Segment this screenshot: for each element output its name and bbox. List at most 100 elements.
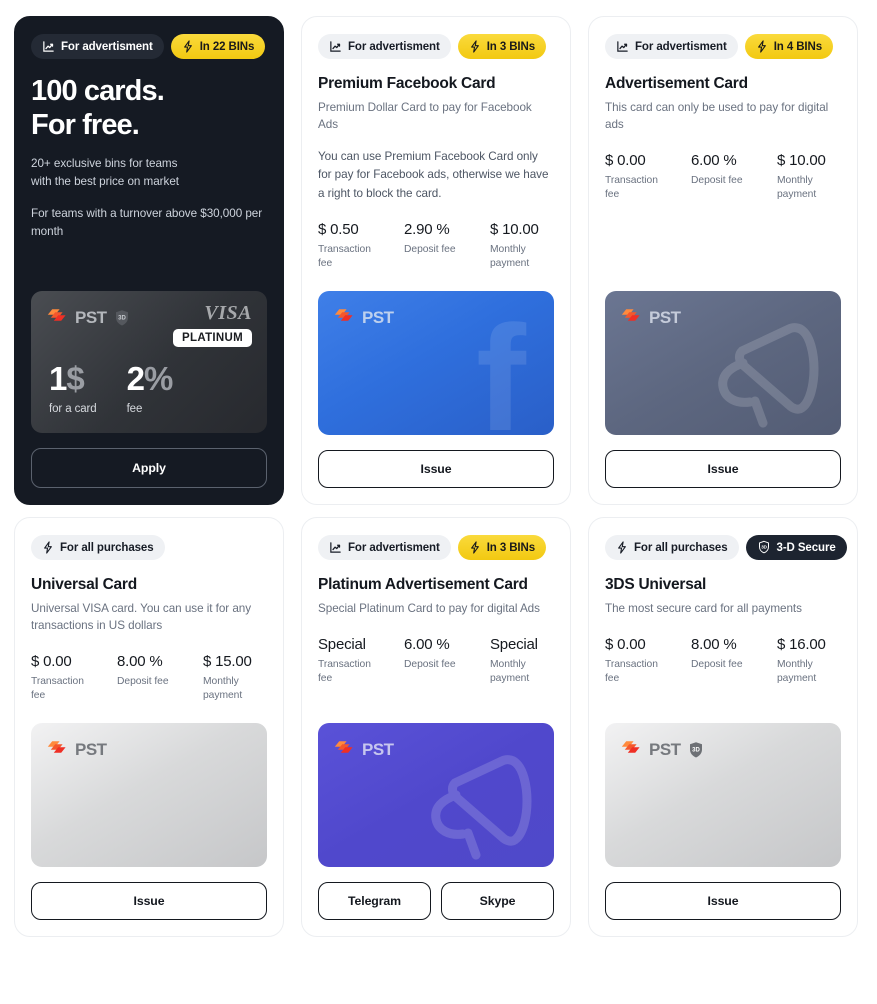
fee-row: $ 0.00 Transaction fee 6.00 % Deposit fe… (605, 152, 841, 202)
fee-row: Special Transaction fee 6.00 % Deposit f… (318, 636, 554, 686)
badge-bins-count[interactable]: In 3 BINs (457, 34, 547, 59)
pst-wordmark: PST (649, 739, 681, 759)
fee-monthly: $ 10.00 Monthly payment (490, 221, 558, 271)
badge-label: For all purchases (60, 541, 154, 554)
fee-value: $ 16.00 (777, 636, 826, 654)
chart-line-icon (616, 40, 629, 53)
badge-bins-count[interactable]: In 3 BINs (457, 535, 547, 561)
card-subtitle: Special Platinum Card to pay for digital… (318, 602, 540, 616)
shield-3d-icon: 3D (757, 540, 771, 555)
plastic-stat-fee: 2% fee (126, 362, 174, 416)
pst-wordmark: PST (75, 739, 107, 759)
badge-for-advertisment[interactable]: For advertisment (31, 34, 164, 59)
badge-label: For advertisment (61, 40, 153, 53)
badge-row: For advertisment In 3 BINs (318, 535, 554, 561)
pst-logo-icon (334, 739, 355, 761)
fee-label: Deposit fee (404, 659, 456, 671)
pst-logo-icon (334, 307, 355, 329)
badge-row: For advertisment In 22 BINs (31, 34, 267, 59)
card-title: Platinum Advertisement Card (318, 576, 528, 594)
badge-3d-secure[interactable]: 3D 3-D Secure (745, 535, 847, 561)
card-actions: Issue (31, 881, 267, 920)
chart-line-icon (329, 541, 342, 554)
skype-button[interactable]: Skype (441, 881, 554, 920)
plastic-brand-row: PST 3D (47, 307, 131, 329)
fee-deposit: 6.00 % Deposit fee (691, 152, 777, 202)
chart-line-icon (42, 40, 55, 53)
card-title: Advertisement Card (605, 75, 748, 92)
badge-for-advertisment[interactable]: For advertisment (318, 535, 451, 561)
issue-button[interactable]: Issue (318, 450, 554, 489)
fee-value: $ 15.00 (203, 653, 252, 671)
plastic-card-art-wrap: PST (318, 703, 554, 867)
plastic-stat-label: fee (126, 403, 143, 416)
fee-transaction: $ 0.00 Transaction fee (31, 653, 117, 703)
hero-title-line-1: 100 cards. (31, 75, 165, 107)
telegram-button[interactable]: Telegram (318, 881, 431, 920)
fee-row: $ 0.00 Transaction fee 8.00 % Deposit fe… (31, 653, 267, 703)
badge-row: For all purchases 3D 3-D Secure (605, 535, 847, 561)
card-grid: For advertisment In 22 BINs 100 cards. F… (0, 0, 877, 953)
fee-label: Transaction fee (318, 244, 371, 270)
fee-value: 2.90 % (404, 221, 450, 239)
pst-logo-icon (621, 739, 642, 761)
fee-value: $ 0.00 (605, 151, 646, 169)
product-card-3ds-universal: For all purchases 3D 3-D Secure 3DS Univ… (588, 517, 858, 937)
badge-label: 3-D Secure (776, 541, 836, 554)
issue-button[interactable]: Issue (605, 881, 841, 920)
megaphone-icon (685, 313, 835, 435)
hero-title: 100 cards. For free. (31, 75, 267, 142)
badge-for-advertisment[interactable]: For advertisment (318, 34, 451, 59)
badge-bins-count[interactable]: In 22 BINs (170, 34, 266, 59)
badge-bins-count[interactable]: In 4 BINs (744, 34, 834, 59)
card-title: Premium Facebook Card (318, 75, 496, 92)
badge-for-advertisment[interactable]: For advertisment (605, 34, 738, 59)
plastic-stat-card-price: 1$ for a card (49, 362, 97, 415)
fee-value: $ 0.50 (318, 221, 359, 239)
plastic-card-platinum-ads: PST (318, 722, 554, 867)
fee-monthly: $ 10.00 Monthly payment (777, 152, 845, 202)
card-title: Universal Card (31, 576, 137, 594)
shield-3d-icon: 3D (114, 309, 131, 328)
fee-value: 8.00 % (117, 653, 163, 671)
hero-title-line-2: For free. (31, 108, 140, 141)
shield-3d-icon: 3D (688, 740, 705, 759)
badge-for-all-purchases[interactable]: For all purchases (605, 535, 739, 561)
pst-wordmark: PST (75, 308, 107, 328)
issue-button[interactable]: Issue (31, 881, 267, 920)
fee-label: Monthly payment (490, 244, 530, 270)
fee-value: $ 10.00 (777, 151, 826, 169)
fee-deposit: 6.00 % Deposit fee (404, 636, 490, 686)
pst-wordmark: PST (649, 308, 681, 328)
product-card-free-cards: For advertisment In 22 BINs 100 cards. F… (14, 16, 284, 506)
plastic-card-universal: PST (31, 722, 267, 867)
svg-text:3D: 3D (692, 747, 700, 753)
issue-button[interactable]: Issue (605, 450, 841, 489)
product-card-advertisement: For advertisment In 4 BINs Advertisement… (588, 16, 858, 506)
fee-label: Deposit fee (404, 244, 456, 256)
apply-button[interactable]: Apply (31, 448, 267, 489)
plastic-card-facebook: PST f (318, 291, 554, 436)
badge-row: For all purchases (31, 535, 267, 561)
fee-label: Transaction fee (31, 676, 84, 701)
product-card-premium-facebook: For advertisment In 3 BINs Premium Faceb… (301, 16, 571, 506)
fee-value: $ 0.00 (31, 653, 72, 671)
pst-wordmark: PST (362, 739, 394, 759)
visa-wordmark: VISA (204, 302, 252, 325)
card-title: 3DS Universal (605, 576, 706, 594)
fee-deposit: 2.90 % Deposit fee (404, 221, 490, 271)
pst-logo-icon (621, 307, 642, 329)
lightning-bolt-icon (469, 40, 481, 53)
plastic-card-3ds: PST 3D (605, 722, 841, 867)
fee-value: 8.00 % (691, 636, 737, 654)
plastic-brand-row: PST (47, 739, 107, 761)
badge-row: For advertisment In 4 BINs (605, 34, 841, 59)
badge-for-all-purchases[interactable]: For all purchases (31, 535, 165, 561)
badge-label: In 22 BINs (199, 40, 255, 53)
hero-subtitle-line-2: with the best price on market (31, 175, 179, 189)
fee-transaction: $ 0.00 Transaction fee (605, 152, 691, 202)
fee-label: Monthly payment (490, 659, 530, 685)
fee-label: Monthly payment (777, 659, 817, 685)
badge-label: In 4 BINs (773, 40, 823, 53)
card-subtitle: Premium Dollar Card to pay for Facebook … (318, 101, 532, 131)
